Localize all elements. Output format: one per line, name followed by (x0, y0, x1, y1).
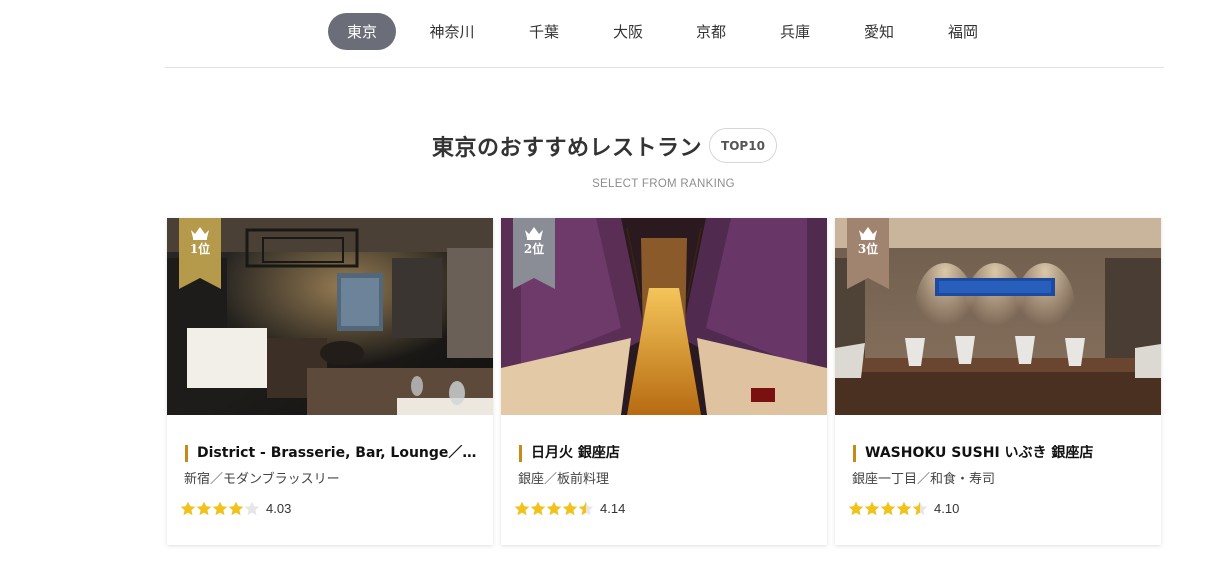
star-icon (244, 501, 260, 516)
rating-score: 4.10 (934, 501, 960, 516)
rank-ribbon: 2位 (513, 218, 555, 289)
restaurant-genre: 銀座／板前料理 (518, 472, 610, 487)
star-icon (212, 501, 228, 516)
tab-chiba[interactable]: 千葉 (508, 13, 580, 50)
rating: 4.03 (180, 501, 291, 516)
crown-icon (859, 227, 877, 240)
tab-hyogo[interactable]: 兵庫 (746, 13, 844, 50)
restaurant-name[interactable]: District - Brasserie, Bar, Lounge／Aloft … (185, 445, 477, 462)
tab-tokyo[interactable]: 東京 (328, 13, 396, 50)
rating-score: 4.14 (600, 501, 626, 516)
star-rating (848, 501, 928, 516)
restaurant-name[interactable]: 日月火 銀座店 (519, 445, 811, 462)
rank-label: 2位 (523, 242, 545, 256)
tabs-divider (165, 67, 1164, 68)
star-icon (180, 501, 196, 516)
rating: 4.10 (848, 501, 959, 516)
tab-osaka[interactable]: 大阪 (580, 13, 676, 50)
rating: 4.14 (514, 501, 625, 516)
star-icon (864, 501, 880, 516)
rank-ribbon: 1位 (179, 218, 221, 289)
restaurant-genre: 新宿／モダンブラッスリー (184, 472, 340, 487)
star-icon (228, 501, 244, 516)
section-title: 東京のおすすめレストラン (431, 135, 702, 161)
crown-icon (525, 227, 543, 240)
restaurant-genre: 銀座一丁目／和食・寿司 (852, 472, 996, 487)
star-icon (848, 501, 864, 516)
region-tabs: 東京 神奈川 千葉 大阪 京都 兵庫 愛知 福岡 (328, 13, 1012, 50)
rank-label: 1位 (189, 242, 211, 256)
tab-kyoto[interactable]: 京都 (676, 13, 746, 50)
restaurant-card[interactable]: 2位 日月火 銀座店 銀座／板前料理 4.14 (501, 218, 827, 545)
star-rating (514, 501, 594, 516)
restaurant-card[interactable]: 1位 District - Brasserie, Bar, Lounge／Alo… (167, 218, 493, 545)
star-icon (896, 501, 912, 516)
top10-badge: TOP10 (709, 128, 777, 163)
star-icon (546, 501, 562, 516)
star-icon (196, 501, 212, 516)
star-icon (912, 501, 928, 516)
restaurant-card[interactable]: 3位 WASHOKU SUSHI いぶき 銀座店 銀座一丁目／和食・寿司 4.1… (835, 218, 1161, 545)
star-icon (530, 501, 546, 516)
star-icon (880, 501, 896, 516)
section-subtitle: SELECT FROM RANKING (592, 178, 735, 190)
section-heading: 東京のおすすめレストラン TOP10 (0, 128, 1207, 163)
star-icon (578, 501, 594, 516)
star-rating (180, 501, 260, 516)
rating-score: 4.03 (266, 501, 292, 516)
tab-kanagawa[interactable]: 神奈川 (396, 13, 508, 50)
tab-aichi[interactable]: 愛知 (844, 13, 914, 50)
star-icon (562, 501, 578, 516)
restaurant-name[interactable]: WASHOKU SUSHI いぶき 銀座店 (853, 445, 1145, 462)
star-icon (514, 501, 530, 516)
tab-fukuoka[interactable]: 福岡 (914, 13, 1012, 50)
rank-label: 3位 (857, 242, 879, 256)
crown-icon (191, 227, 209, 240)
rank-ribbon: 3位 (847, 218, 889, 289)
